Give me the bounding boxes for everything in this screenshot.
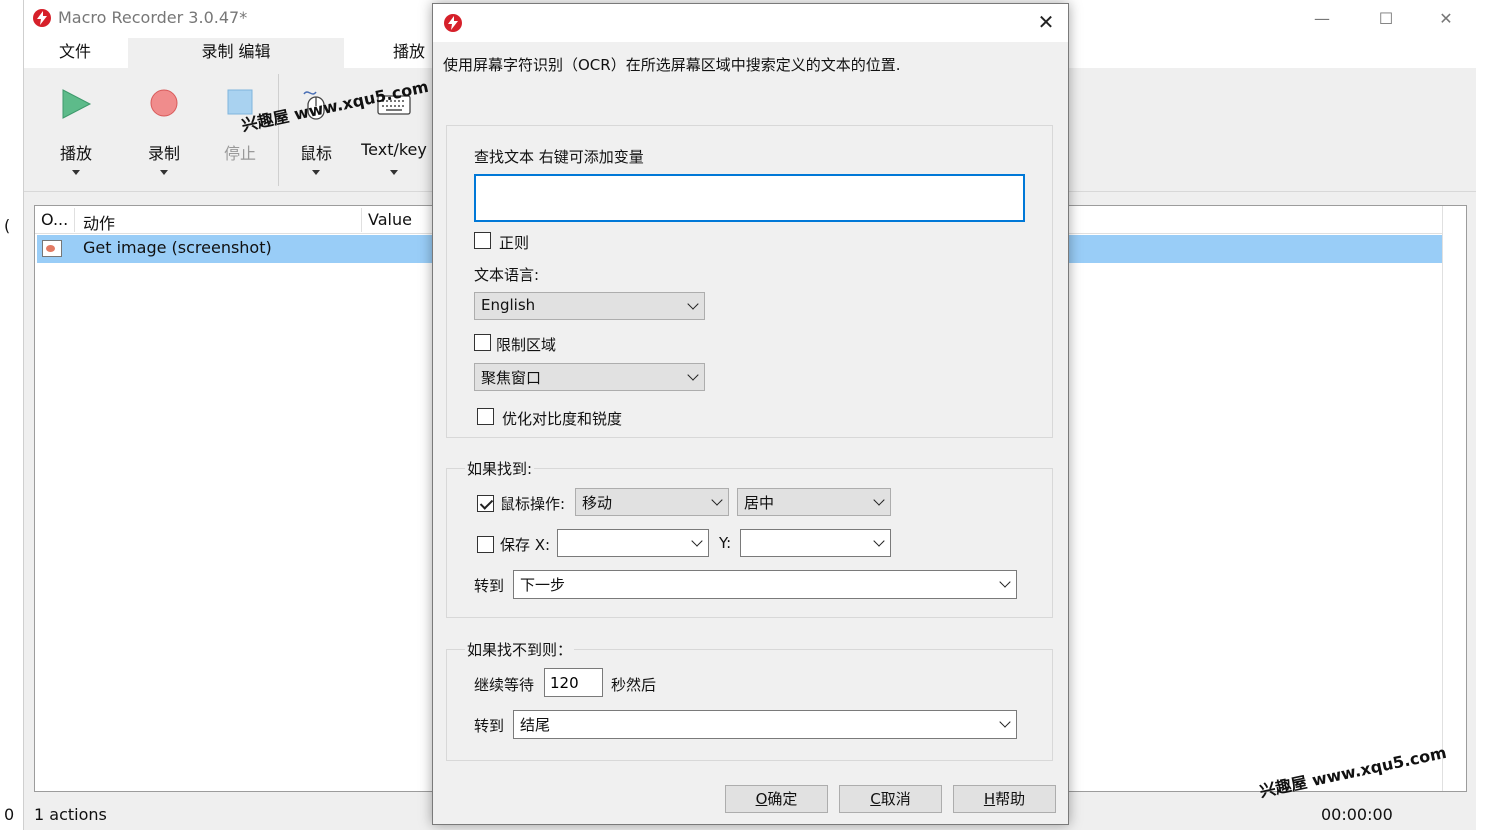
- status-timer: 00:00:00: [1321, 805, 1393, 824]
- chevron-down-icon: [873, 494, 885, 506]
- vertical-scrollbar[interactable]: [1442, 206, 1466, 791]
- not-found-goto-select[interactable]: 结尾: [513, 710, 1017, 739]
- position-select[interactable]: 居中: [737, 488, 891, 516]
- position-value: 居中: [744, 494, 775, 512]
- cancel-label: 取消: [880, 790, 911, 808]
- app-logo-icon: [444, 14, 462, 32]
- app-title: Macro Recorder 3.0.47*: [58, 8, 248, 27]
- wait-suffix-label: 秒然后: [611, 676, 657, 694]
- record-button[interactable]: 录制: [122, 82, 206, 182]
- search-text-input[interactable]: [474, 174, 1025, 222]
- dialog-titlebar: ✕: [433, 4, 1068, 42]
- area-select[interactable]: 聚焦窗口: [474, 363, 705, 391]
- ocr-dialog: ✕ 使用屏幕字符识别（OCR）在所选屏幕区域中搜索定义的文本的位置. 查找文本 …: [432, 3, 1069, 825]
- mouse-label: 鼠标: [299, 144, 332, 163]
- dropdown-arrow-icon: [72, 170, 80, 175]
- wait-seconds-input[interactable]: [544, 668, 603, 697]
- mouse-action-select[interactable]: 移动: [575, 488, 729, 516]
- column-divider[interactable]: [361, 208, 362, 232]
- found-goto-value: 下一步: [520, 576, 566, 594]
- cancel-accelerator: C: [870, 790, 881, 808]
- tab-file[interactable]: 文件: [34, 38, 116, 68]
- mouse-action-checkbox[interactable]: [477, 495, 494, 512]
- stop-label: 停止: [223, 144, 256, 163]
- background-window-edge: ( 0: [0, 0, 24, 830]
- not-found-goto-label: 转到: [474, 717, 505, 735]
- chevron-down-icon: [873, 535, 885, 547]
- textkey-label: Text/key: [361, 140, 427, 159]
- dialog-close-button[interactable]: ✕: [1034, 10, 1058, 34]
- row-action-text: Get image (screenshot): [83, 238, 272, 257]
- background-window-text: (: [4, 216, 11, 235]
- save-x-label: 保存 X:: [500, 536, 551, 554]
- wait-label: 继续等待: [474, 676, 535, 694]
- regex-checkbox[interactable]: [474, 232, 491, 249]
- found-goto-label: 转到: [474, 577, 505, 595]
- stop-button[interactable]: 停止: [198, 82, 282, 182]
- optimize-label: 优化对比度和锐度: [502, 410, 623, 428]
- chevron-down-icon: [687, 298, 699, 310]
- chevron-down-icon: [691, 535, 703, 547]
- if-not-found-title: 如果找不到则：: [465, 639, 575, 660]
- language-value: English: [481, 296, 536, 314]
- play-icon: [62, 89, 92, 119]
- play-label: 播放: [59, 144, 92, 163]
- play-button[interactable]: 播放: [34, 82, 118, 182]
- chevron-down-icon: [999, 576, 1011, 588]
- limit-area-checkbox[interactable]: [474, 334, 491, 351]
- app-logo-icon: [33, 9, 51, 27]
- close-button[interactable]: ✕: [1431, 6, 1461, 32]
- record-label: 录制: [147, 144, 180, 163]
- screenshot-icon: [42, 240, 62, 257]
- mouse-action-label: 鼠标操作:: [500, 495, 566, 513]
- dialog-description: 使用屏幕字符识别（OCR）在所选屏幕区域中搜索定义的文本的位置.: [443, 56, 901, 74]
- save-y-label: Y:: [719, 534, 732, 552]
- found-goto-select[interactable]: 下一步: [513, 570, 1017, 599]
- ok-button[interactable]: O确定: [725, 785, 828, 813]
- if-found-title: 如果找到:: [465, 458, 535, 479]
- background-window-text: 0: [4, 805, 15, 824]
- ok-accelerator: O: [755, 790, 768, 808]
- if-not-found-group: [446, 649, 1053, 761]
- chevron-down-icon: [711, 494, 723, 506]
- minimize-button[interactable]: —: [1307, 6, 1337, 32]
- optimize-checkbox[interactable]: [477, 408, 494, 425]
- column-header-order[interactable]: O...: [41, 210, 68, 229]
- column-header-action[interactable]: 动作: [83, 210, 115, 234]
- status-action-count: 1 actions: [34, 805, 107, 824]
- save-y-select[interactable]: [740, 529, 891, 557]
- area-value: 聚焦窗口: [481, 369, 542, 387]
- dropdown-arrow-icon: [312, 170, 320, 175]
- mouse-action-value: 移动: [582, 494, 613, 512]
- ok-label: 确定: [767, 790, 798, 808]
- help-label: 帮助: [995, 790, 1026, 808]
- chevron-down-icon: [687, 369, 699, 381]
- regex-label: 正则: [499, 234, 530, 252]
- column-divider[interactable]: [74, 208, 75, 232]
- column-header-value[interactable]: Value: [368, 210, 412, 229]
- save-x-select[interactable]: [557, 529, 709, 557]
- save-xy-checkbox[interactable]: [477, 536, 494, 553]
- tab-record-edit[interactable]: 录制 编辑: [128, 38, 344, 68]
- maximize-button[interactable]: ☐: [1371, 6, 1401, 32]
- dropdown-arrow-icon: [390, 170, 398, 175]
- language-label: 文本语言:: [474, 266, 540, 284]
- dropdown-arrow-icon: [160, 170, 168, 175]
- help-accelerator: H: [983, 790, 996, 808]
- search-text-label: 查找文本 右键可添加变量: [474, 148, 644, 166]
- help-button[interactable]: H帮助: [953, 785, 1056, 813]
- record-icon: [150, 89, 178, 117]
- chevron-down-icon: [999, 716, 1011, 728]
- limit-area-label: 限制区域: [496, 336, 557, 354]
- language-select[interactable]: English: [474, 292, 705, 320]
- cancel-button[interactable]: C取消: [839, 785, 942, 813]
- not-found-goto-value: 结尾: [520, 716, 551, 734]
